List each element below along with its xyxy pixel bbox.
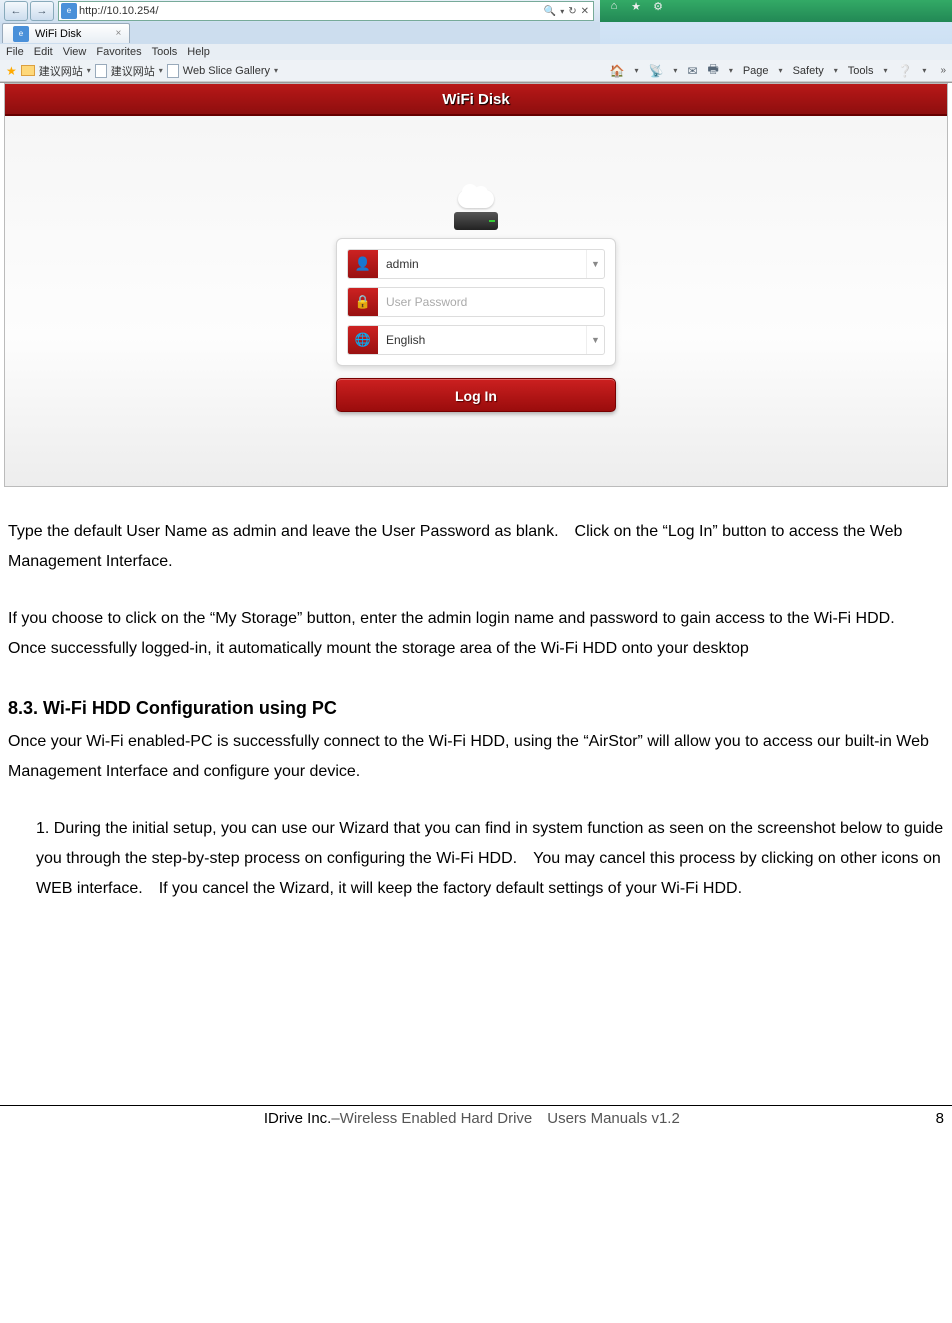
url-text: http://10.10.254/ (79, 5, 540, 17)
document-body: Type the default User Name as admin and … (0, 487, 952, 905)
screenshot-panel: WiFi Disk 👤 admin ▼ 🔒 User Password 🌐 (4, 83, 948, 487)
username-dropdown-icon[interactable]: ▼ (586, 250, 604, 278)
favorites-star-icon[interactable]: ★ (628, 0, 644, 14)
password-field[interactable]: 🔒 User Password (347, 287, 605, 317)
password-placeholder: User Password (378, 288, 604, 316)
tab-title: WiFi Disk (35, 28, 81, 40)
footer-rest: –Wireless Enabled Hard Drive Users Manua… (331, 1110, 679, 1127)
fav-drop-1[interactable]: ▾ (87, 66, 91, 75)
user-icon: 👤 (348, 250, 378, 278)
page-icon-2 (167, 64, 179, 78)
favorites-bar: ★ 建议网站 ▾ 建议网站 ▾ Web Slice Gallery ▾ 🏠▾ 📡▾ ✉… (0, 60, 952, 82)
print-icon[interactable]: 🖶 (708, 60, 719, 81)
page-icon (95, 64, 107, 78)
window-titlebar: ⌂ ★ ⚙ (600, 0, 952, 22)
command-bar: 🏠▾ 📡▾ ✉ 🖶▾ Page▾ Safety▾ Tools▾ ❔▾ » (610, 60, 947, 81)
tab-favicon: e (13, 26, 29, 42)
address-bar[interactable]: e http://10.10.254/ 🔍 ▾ ↻ ✕ (58, 1, 594, 21)
page-number: 8 (936, 1110, 944, 1127)
home-cmd-icon[interactable]: 🏠 (610, 64, 625, 78)
home-icon[interactable]: ⌂ (606, 0, 622, 14)
fav-item-3[interactable]: Web Slice Gallery (183, 65, 270, 77)
menu-help[interactable]: Help (187, 46, 210, 58)
fav-star-icon[interactable]: ★ (6, 64, 17, 78)
chevron-right-icon[interactable]: » (940, 65, 946, 76)
menu-edit[interactable]: Edit (34, 46, 53, 58)
ie-icon: e (61, 3, 77, 19)
cmd-page[interactable]: Page (743, 65, 769, 77)
language-dropdown-icon[interactable]: ▼ (586, 326, 604, 354)
menu-tools[interactable]: Tools (152, 46, 178, 58)
paragraph-4: 1. During the initial setup, you can use… (8, 814, 944, 905)
language-value: English (378, 326, 586, 354)
username-value: admin (378, 250, 586, 278)
browser-tab[interactable]: e WiFi Disk × (2, 23, 130, 43)
browser-chrome: ← → e http://10.10.254/ 🔍 ▾ ↻ ✕ e WiFi D (0, 0, 952, 83)
menu-view[interactable]: View (63, 46, 87, 58)
login-card: 👤 admin ▼ 🔒 User Password 🌐 English ▼ (336, 238, 616, 366)
refresh-icon[interactable]: ↻ (568, 6, 576, 17)
stop-icon[interactable]: ✕ (581, 6, 589, 17)
tab-close-icon[interactable]: × (115, 28, 121, 39)
tools-gear-icon[interactable]: ⚙ (650, 0, 666, 14)
lock-icon: 🔒 (348, 288, 378, 316)
mail-icon[interactable]: ✉ (687, 64, 697, 78)
page-footer: IDrive Inc.–Wireless Enabled Hard Drive … (0, 1105, 952, 1135)
feeds-icon[interactable]: 📡 (648, 64, 663, 78)
menu-favorites[interactable]: Favorites (96, 46, 141, 58)
menu-bar: File Edit View Favorites Tools Help (0, 44, 952, 60)
paragraph-1: Type the default User Name as admin and … (8, 517, 944, 578)
section-heading: 8.3. Wi-Fi HDD Configuration using PC (8, 691, 944, 725)
back-button[interactable]: ← (4, 1, 28, 21)
footer-company: IDrive Inc. (264, 1110, 332, 1127)
language-field[interactable]: 🌐 English ▼ (347, 325, 605, 355)
username-field[interactable]: 👤 admin ▼ (347, 249, 605, 279)
fav-folder-icon (21, 65, 35, 76)
app-header: WiFi Disk (5, 84, 947, 116)
fav-item-1[interactable]: 建议网站 (39, 63, 83, 79)
login-button[interactable]: Log In (336, 378, 616, 412)
fav-drop-3[interactable]: ▾ (274, 66, 278, 75)
cmd-tools[interactable]: Tools (848, 65, 874, 77)
globe-icon: 🌐 (348, 326, 378, 354)
search-icon[interactable]: 🔍 (544, 6, 556, 17)
forward-button[interactable]: → (30, 1, 54, 21)
paragraph-2: If you choose to click on the “My Storag… (8, 604, 944, 665)
paragraph-3: Once your Wi-Fi enabled-PC is successful… (8, 727, 944, 788)
fav-item-2[interactable]: 建议网站 (111, 63, 155, 79)
help-icon[interactable]: ❔ (897, 64, 912, 78)
hdd-cloud-icon (446, 190, 506, 230)
menu-file[interactable]: File (6, 46, 24, 58)
addr-dropdown-icon[interactable]: ▾ (560, 7, 564, 16)
fav-drop-2[interactable]: ▾ (159, 66, 163, 75)
cmd-safety[interactable]: Safety (793, 65, 824, 77)
